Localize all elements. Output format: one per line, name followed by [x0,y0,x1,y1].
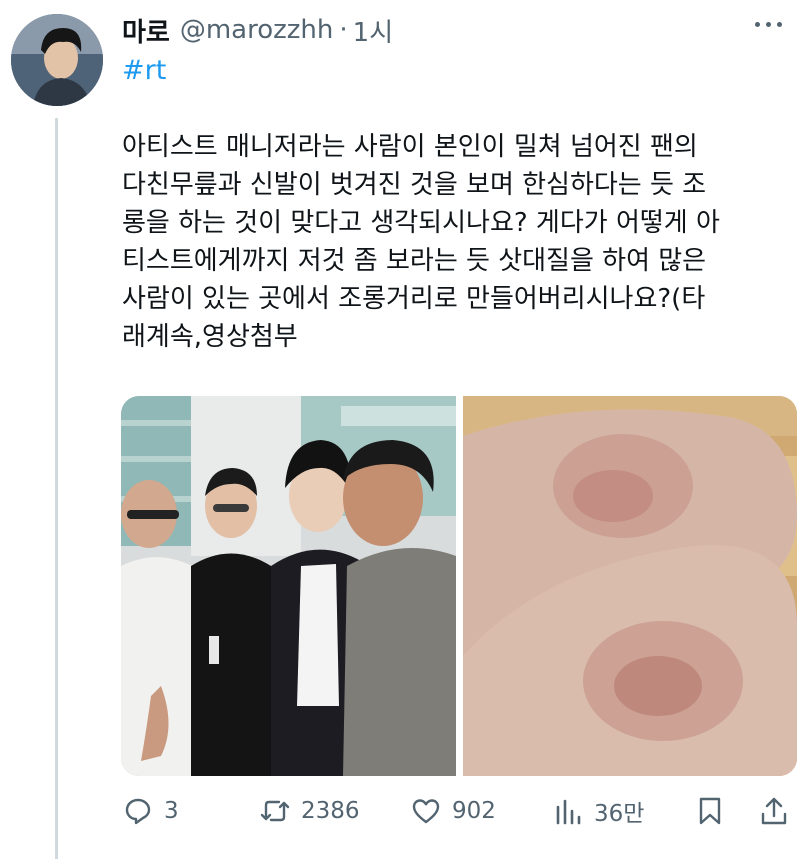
photo-people-airport [121,396,456,776]
media-photo-2[interactable] [463,396,797,776]
bookmark-icon [694,795,726,827]
action-bar: 3 2386 902 36만 [122,788,794,834]
media-grid [121,396,797,776]
media-photo-1[interactable] [121,396,456,776]
tweet[interactable]: 마로 @marozzhh · 1시 #rt 아티스트 매니저라는 사람이 본인이… [0,0,800,859]
more-options-icon[interactable] [755,22,782,27]
views-chart-icon [552,795,584,827]
retweet-count: 2386 [301,798,360,824]
view-count: 36만 [594,801,645,827]
avatar[interactable] [11,14,103,106]
like-count: 902 [452,798,496,824]
author-handle[interactable]: @marozzhh [180,15,334,45]
reply-icon [122,795,154,827]
bookmark-button[interactable] [694,788,736,834]
retweet-button[interactable]: 2386 [259,788,360,834]
heart-icon [410,795,442,827]
tweet-header: 마로 @marozzhh · 1시 [122,10,393,50]
views-button[interactable]: 36만 [552,788,644,834]
tweet-timestamp[interactable]: 1시 [353,12,393,49]
reply-count: 3 [164,798,179,824]
share-icon [758,795,790,827]
reply-button[interactable]: 3 [122,788,179,834]
share-button[interactable] [758,788,800,834]
hashtag-link[interactable]: #rt [122,55,166,86]
author-name[interactable]: 마로 [122,12,170,49]
avatar-photo [11,14,103,106]
retweet-icon [259,795,291,827]
photo-bruised-knees [463,396,797,776]
tweet-text: 아티스트 매니저라는 사람이 본인이 밀쳐 넘어진 팬의 다친무릎과 신발이 벗… [122,132,720,352]
thread-line [55,118,58,859]
like-button[interactable]: 902 [410,788,496,834]
header-separator: · [339,15,348,45]
